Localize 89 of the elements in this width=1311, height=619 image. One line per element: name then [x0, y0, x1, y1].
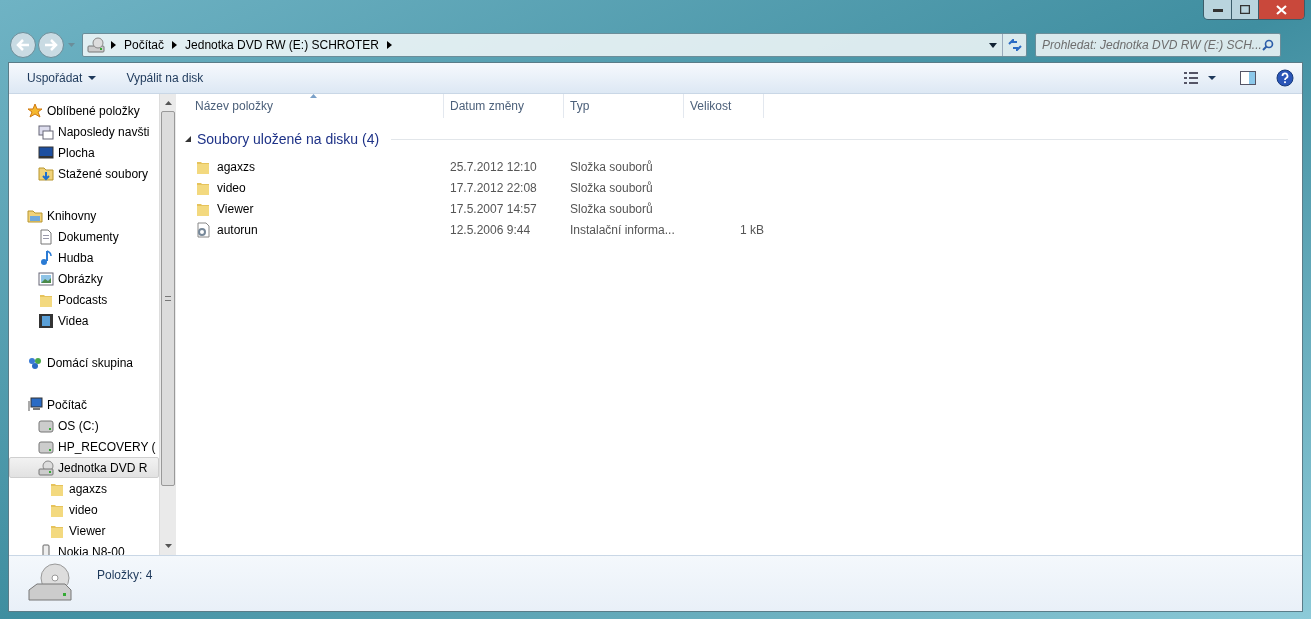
group-heading: Soubory uložené na disku (4) — [197, 129, 380, 149]
nav-item[interactable]: agaxzs — [9, 478, 159, 499]
computer-icon — [27, 396, 43, 413]
nav-item[interactable]: Videa — [9, 310, 159, 331]
nav-item[interactable]: Knihovny — [9, 205, 159, 226]
breadcrumb[interactable]: Počítač — [122, 36, 167, 54]
nav-item[interactable]: Domácí skupina — [9, 352, 159, 373]
caret-icon — [67, 43, 75, 47]
star-icon — [27, 102, 43, 119]
maximize-icon — [1240, 5, 1250, 14]
address-bar[interactable]: Počítač Jednotka DVD RW (E:) SCHROTER — [82, 33, 1027, 57]
scrollbar[interactable] — [159, 94, 176, 555]
group-toggle[interactable] — [185, 136, 191, 142]
recent-places-icon — [38, 123, 54, 140]
breadcrumb-arrow-icon — [386, 41, 392, 49]
library-icon — [27, 207, 43, 224]
nav-item[interactable]: Nokia N8-00 — [9, 541, 159, 555]
nav-item[interactable]: Jednotka DVD R — [9, 457, 159, 478]
film-icon — [38, 312, 54, 329]
dvd-drive-icon — [38, 459, 54, 476]
nav-item[interactable]: OS (C:) — [9, 415, 159, 436]
toolbar-button[interactable]: Uspořádat — [17, 67, 107, 89]
search-icon — [1262, 39, 1274, 51]
back-button[interactable] — [10, 32, 36, 58]
column-header[interactable]: Velikost — [684, 94, 764, 118]
refresh-icon — [1007, 39, 1022, 51]
dvd-drive-icon — [27, 562, 73, 604]
caret-icon — [989, 42, 997, 48]
download-folder-icon — [38, 165, 54, 182]
table-cell-text: Složka souborů — [570, 179, 654, 197]
table-cell-text: Instalační informa... — [570, 221, 676, 239]
nav-item[interactable]: Stažené soubory — [9, 163, 159, 184]
help-button[interactable] — [1276, 67, 1294, 89]
breadcrumb-arrow-icon — [111, 41, 116, 49]
nav-item[interactable]: Naposledy navšti — [9, 121, 159, 142]
dvd-drive-icon — [87, 37, 105, 53]
table-cell-text: 12.5.2006 9:44 — [450, 221, 532, 239]
music-note-icon — [38, 249, 54, 266]
scroll-down-icon — [164, 544, 172, 548]
nav-item[interactable]: Plocha — [9, 142, 159, 163]
close-button[interactable] — [1258, 0, 1304, 19]
details-view-icon — [1184, 72, 1198, 84]
file-name[interactable]: video — [217, 178, 246, 197]
caret-icon — [1208, 76, 1216, 80]
drive-icon — [38, 417, 54, 434]
desktop-icon — [38, 144, 54, 161]
column-header[interactable]: Název položky — [189, 94, 444, 118]
column-header[interactable]: Typ — [564, 94, 684, 118]
toolbar-button[interactable]: Vypálit na disk — [116, 67, 214, 89]
table-cell-text: Složka souborů — [570, 158, 654, 176]
file-name[interactable]: agaxzs — [217, 157, 256, 176]
document-icon — [38, 228, 54, 245]
column-header[interactable]: Datum změny — [444, 94, 564, 118]
table-cell-text: 17.5.2007 14:57 — [450, 200, 538, 218]
breadcrumb-arrow-icon — [172, 41, 178, 49]
nav-item[interactable]: Počítač — [9, 394, 159, 415]
maximize-button[interactable] — [1231, 0, 1258, 19]
drive-icon — [38, 438, 54, 455]
table-cell-text: 1 kB — [739, 221, 764, 239]
table-cell-text: 17.7.2012 22:08 — [450, 179, 538, 197]
nav-item[interactable]: Podcasts — [9, 289, 159, 310]
nav-item[interactable]: Viewer — [9, 520, 159, 541]
table-cell-text: Složka souborů — [570, 200, 654, 218]
forward-arrow-icon — [44, 39, 58, 51]
breadcrumb[interactable]: Jednotka DVD RW (E:) SCHROTER — [183, 36, 381, 54]
nav-item[interactable]: Oblíbené položky — [9, 100, 159, 121]
nav-item[interactable]: Dokumenty — [9, 226, 159, 247]
forward-button[interactable] — [38, 32, 64, 58]
help-icon — [1276, 69, 1294, 87]
minimize-button[interactable] — [1204, 0, 1231, 19]
pane-icon — [1240, 71, 1256, 85]
scroll-up-icon — [164, 101, 172, 105]
nav-item[interactable]: Obrázky — [9, 268, 159, 289]
nav-item[interactable]: Hudba — [9, 247, 159, 268]
collapse-icon — [185, 136, 191, 142]
close-icon — [1276, 4, 1287, 15]
nav-item[interactable]: video — [9, 499, 159, 520]
back-arrow-icon — [16, 39, 30, 51]
search-field[interactable]: Prohledat: Jednotka DVD RW (E:) SCH... — [1035, 33, 1281, 57]
table-cell-text: 25.7.2012 12:10 — [450, 158, 538, 176]
picture-icon — [38, 270, 54, 287]
file-name[interactable]: Viewer — [217, 199, 254, 218]
file-name[interactable]: autorun — [217, 220, 258, 239]
item-count-label: Položky: 4 — [97, 567, 153, 584]
settings-file-icon — [195, 221, 211, 238]
scroll-thumb[interactable] — [161, 111, 175, 486]
sort-arrow-icon — [310, 94, 317, 98]
nav-item[interactable]: HP_RECOVERY ( — [9, 436, 159, 457]
minimize-icon — [1212, 7, 1223, 12]
